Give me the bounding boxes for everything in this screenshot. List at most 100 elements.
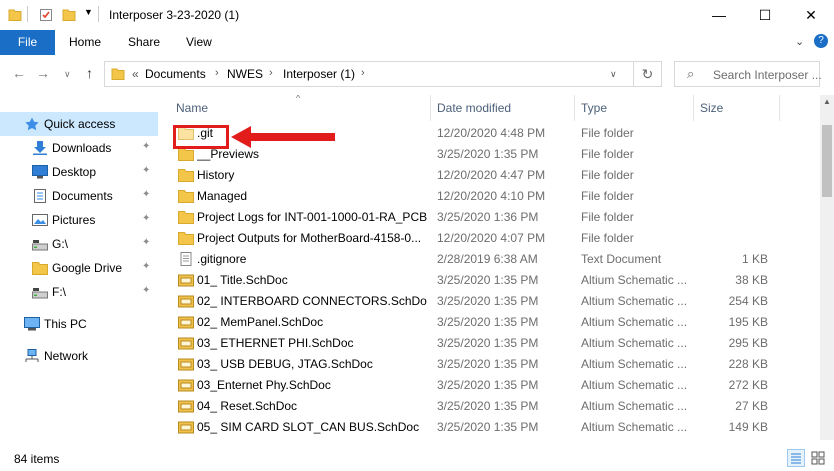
file-row[interactable]: 04_ Reset.SchDoc 3/25/2020 1:35 PM Altium … [165, 396, 820, 417]
column-divider[interactable] [693, 95, 694, 121]
tab-home[interactable]: Home [59, 30, 111, 55]
breadcrumb-separator[interactable]: › [361, 67, 365, 79]
breadcrumb-separator[interactable]: › [215, 67, 219, 79]
sidebar-item-g-drive[interactable]: G:\ ✦ [0, 232, 158, 256]
file-size: 38 KB [735, 273, 768, 287]
customize-toolbar-chevron-icon[interactable]: ▼ [84, 7, 93, 17]
status-bar: 84 items [0, 445, 834, 471]
breadcrumb-separator[interactable]: › [269, 67, 273, 79]
sidebar-item-label: G:\ [52, 237, 69, 251]
file-row[interactable]: History 12/20/2020 4:47 PM File folder [165, 165, 820, 186]
column-divider[interactable] [430, 95, 431, 121]
address-dropdown-icon[interactable]: ∨ [610, 69, 617, 80]
forward-icon[interactable]: → [36, 65, 50, 81]
pictures-icon [32, 214, 48, 226]
pin-icon[interactable]: ✦ [142, 285, 150, 296]
search-placeholder: Search Interposer ... [713, 68, 822, 82]
scroll-up-icon[interactable]: ▲ [823, 97, 831, 106]
file-date: 3/25/2020 1:35 PM [437, 357, 539, 371]
recent-locations-icon[interactable]: ∨ [64, 69, 71, 80]
drive-icon [32, 240, 48, 251]
file-type: File folder [581, 231, 634, 245]
pin-icon[interactable]: ✦ [142, 261, 150, 272]
tab-view[interactable]: View [176, 30, 222, 55]
column-divider[interactable] [779, 95, 780, 121]
file-date: 3/25/2020 1:35 PM [437, 294, 539, 308]
tab-share[interactable]: Share [118, 30, 170, 55]
file-row[interactable]: 03_ ETHERNET PHI.SchDoc 3/25/2020 1:35 PM… [165, 333, 820, 354]
scrollbar-thumb[interactable] [822, 125, 832, 197]
sidebar-item-documents[interactable]: Documents ✦ [0, 184, 158, 208]
file-row[interactable]: .gitignore 2/28/2019 6:38 AM Text Document… [165, 249, 820, 270]
file-row[interactable]: 05_ SIM CARD SLOT_CAN BUS.SchDoc 3/25/202… [165, 417, 820, 438]
breadcrumb-documents[interactable]: Documents [145, 67, 206, 81]
vertical-scrollbar[interactable]: ▲ [820, 95, 834, 440]
sidebar-item-downloads[interactable]: Downloads ✦ [0, 136, 158, 160]
address-bar[interactable]: « Documents › NWES › Interposer (1) › ∨ … [104, 61, 662, 87]
sidebar-item-quick-access[interactable]: Quick access [0, 112, 158, 136]
properties-icon[interactable] [39, 8, 53, 22]
minimize-button[interactable]: — [696, 0, 742, 30]
file-name: 02_ MemPanel.SchDoc [197, 315, 324, 329]
pin-icon[interactable]: ✦ [142, 165, 150, 176]
overflow-icon[interactable]: « [132, 67, 139, 81]
search-box[interactable]: ⌕ Search Interposer ... [674, 61, 822, 87]
file-date: 3/25/2020 1:35 PM [437, 399, 539, 413]
close-button[interactable]: ✕ [788, 0, 834, 30]
folder-icon [178, 168, 194, 182]
folder-icon [178, 189, 194, 203]
breadcrumb-nwes[interactable]: NWES [227, 67, 263, 81]
file-type: Text Document [581, 252, 662, 266]
file-row[interactable]: 02_ MemPanel.SchDoc 3/25/2020 1:35 PM Alti… [165, 312, 820, 333]
maximize-button[interactable]: ☐ [742, 0, 788, 30]
column-header-name[interactable]: Name [176, 101, 208, 115]
sidebar-item-google-drive[interactable]: Google Drive ✦ [0, 256, 158, 280]
file-size: 272 KB [728, 378, 768, 392]
file-type: File folder [581, 189, 634, 203]
sidebar-item-f-drive[interactable]: F:\ ✦ [0, 280, 158, 304]
file-type: Altium Schematic ... [581, 273, 688, 287]
file-row[interactable]: Managed 12/20/2020 4:10 PM File folder [165, 186, 820, 207]
new-folder-icon[interactable] [62, 8, 76, 22]
tab-file[interactable]: File [0, 30, 55, 55]
help-icon[interactable]: ? [814, 34, 828, 48]
pin-icon[interactable]: ✦ [142, 189, 150, 200]
file-date: 3/25/2020 1:35 PM [437, 315, 539, 329]
file-row[interactable]: 03_ USB DEBUG, JTAG.SchDoc 3/25/2020 1:35… [165, 354, 820, 375]
folder-icon [178, 147, 194, 161]
file-type: File folder [581, 168, 634, 182]
sidebar-item-this-pc[interactable]: This PC [0, 312, 158, 336]
sidebar-item-label: Documents [52, 189, 113, 203]
back-icon[interactable]: ← [12, 65, 26, 81]
file-row[interactable]: Project Outputs for MotherBoard-4158-0..… [165, 228, 820, 249]
annotation-arrow [231, 126, 335, 148]
file-name: 02_ INTERBOARD CONNECTORS.SchDoc [197, 294, 427, 308]
column-header-size[interactable]: Size [700, 101, 723, 115]
refresh-button[interactable]: ↻ [633, 62, 661, 86]
file-type: Altium Schematic ... [581, 357, 688, 371]
schematic-file-icon [178, 315, 194, 329]
file-row[interactable]: 02_ INTERBOARD CONNECTORS.SchDoc 3/25/202… [165, 291, 820, 312]
column-header-type[interactable]: Type [581, 101, 607, 115]
sidebar-item-pictures[interactable]: Pictures ✦ [0, 208, 158, 232]
file-type: File folder [581, 210, 634, 224]
expand-ribbon-icon[interactable]: ⌄ [795, 35, 804, 48]
breadcrumb-interposer[interactable]: Interposer (1) [283, 67, 355, 81]
sidebar-item-desktop[interactable]: Desktop ✦ [0, 160, 158, 184]
file-date: 12/20/2020 4:10 PM [437, 189, 546, 203]
file-type: File folder [581, 147, 634, 161]
drive-icon [32, 288, 48, 299]
file-row[interactable]: 01_ Title.SchDoc 3/25/2020 1:35 PM Altium … [165, 270, 820, 291]
pin-icon[interactable]: ✦ [142, 237, 150, 248]
large-icons-view-button[interactable] [809, 449, 827, 467]
up-icon[interactable]: ↑ [86, 65, 93, 81]
sidebar-item-label: This PC [44, 317, 87, 331]
pin-icon[interactable]: ✦ [142, 213, 150, 224]
column-divider[interactable] [574, 95, 575, 121]
file-row[interactable]: Project Logs for INT-001-1000-01-RA_PCB 3… [165, 207, 820, 228]
sidebar-item-network[interactable]: Network [0, 344, 158, 368]
pin-icon[interactable]: ✦ [142, 141, 150, 152]
file-row[interactable]: 03_Enternet Phy.SchDoc 3/25/2020 1:35 PM A… [165, 375, 820, 396]
details-view-button[interactable] [787, 449, 805, 467]
column-header-date[interactable]: Date modified [437, 101, 511, 115]
